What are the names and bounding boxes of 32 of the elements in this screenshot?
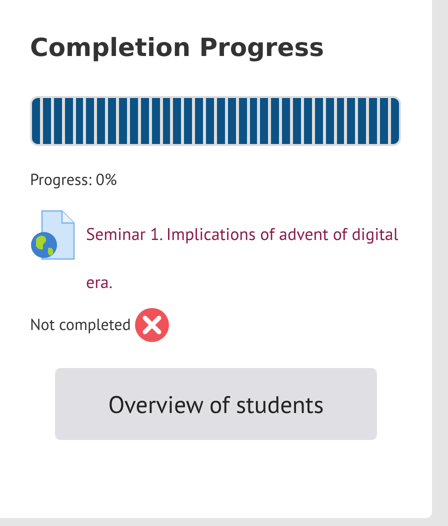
progress-segment[interactable] bbox=[358, 98, 366, 144]
progress-segment[interactable] bbox=[54, 98, 62, 144]
progress-segment[interactable] bbox=[152, 98, 160, 144]
overview-button[interactable]: Overview of students bbox=[55, 368, 377, 440]
progress-segment[interactable] bbox=[326, 98, 334, 144]
progress-segment[interactable] bbox=[347, 98, 356, 144]
progress-segment[interactable] bbox=[140, 98, 149, 144]
progress-text: Progress: 0% bbox=[30, 170, 117, 190]
progress-segment[interactable] bbox=[130, 98, 138, 144]
progress-segment[interactable] bbox=[97, 98, 106, 144]
progress-segment[interactable] bbox=[76, 98, 84, 144]
progress-segment[interactable] bbox=[250, 98, 258, 144]
progress-segment[interactable] bbox=[228, 98, 236, 144]
progress-segment[interactable] bbox=[336, 98, 344, 144]
progress-segment[interactable] bbox=[216, 98, 225, 144]
progress-segment[interactable] bbox=[184, 98, 192, 144]
progress-segment[interactable] bbox=[304, 98, 312, 144]
progress-segment[interactable] bbox=[42, 98, 51, 144]
activity-link[interactable]: Seminar 1. Implications of advent of digital era. bbox=[86, 210, 400, 306]
progress-segment[interactable] bbox=[314, 98, 323, 144]
progress-segment[interactable] bbox=[162, 98, 170, 144]
web-page-icon bbox=[30, 210, 76, 260]
progress-segment[interactable] bbox=[238, 98, 246, 144]
progress-segment[interactable] bbox=[271, 98, 280, 144]
completion-status: Not completed bbox=[30, 315, 131, 335]
progress-segment[interactable] bbox=[32, 98, 40, 144]
progress-segment[interactable] bbox=[173, 98, 182, 144]
progress-segment[interactable] bbox=[64, 98, 72, 144]
progress-segment[interactable] bbox=[260, 98, 268, 144]
block-title: Completion Progress bbox=[30, 32, 325, 64]
progress-segment[interactable] bbox=[390, 98, 399, 144]
progress-segment[interactable] bbox=[86, 98, 94, 144]
